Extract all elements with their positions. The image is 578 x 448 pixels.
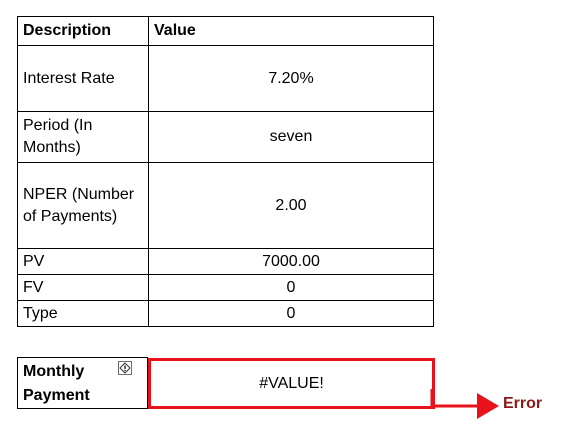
cell-value-interest-rate[interactable]: 7.20% — [148, 45, 434, 112]
cell-value-period[interactable]: seven — [148, 111, 434, 163]
cell-description-nper[interactable]: NPER (Number of Payments) — [17, 162, 149, 249]
header-value[interactable]: Value — [148, 16, 434, 46]
error-arrow-icon — [430, 389, 499, 419]
monthly-payment-label-line2: Payment — [23, 387, 90, 404]
cell-description-pv[interactable]: PV — [17, 248, 149, 275]
cell-value-nper[interactable]: 2.00 — [148, 162, 434, 249]
input-table: Description Value Interest Rate 7.20% Pe… — [17, 16, 434, 327]
cell-description-fv[interactable]: FV — [17, 274, 149, 301]
table-row: Interest Rate 7.20% — [17, 45, 434, 112]
table-row: Type 0 — [17, 300, 434, 327]
cell-value-fv[interactable]: 0 — [148, 274, 434, 301]
error-label: Error — [503, 395, 543, 412]
cell-description-period[interactable]: Period (In Months) — [17, 111, 149, 163]
table-row: NPER (Number of Payments) 2.00 — [17, 162, 434, 249]
monthly-payment-value-cell[interactable]: #VALUE! — [151, 361, 432, 406]
table-row: Period (In Months) seven — [17, 111, 434, 163]
table-row: FV 0 — [17, 274, 434, 301]
table-row: PV 7000.00 — [17, 248, 434, 275]
cell-description-type[interactable]: Type — [17, 300, 149, 327]
header-row: Description Value — [17, 16, 434, 46]
cell-value-pv[interactable]: 7000.00 — [148, 248, 434, 275]
cell-value-type[interactable]: 0 — [148, 300, 434, 327]
error-diamond-icon[interactable] — [118, 361, 132, 375]
header-description[interactable]: Description — [17, 16, 149, 46]
cell-description-interest-rate[interactable]: Interest Rate — [17, 45, 149, 112]
